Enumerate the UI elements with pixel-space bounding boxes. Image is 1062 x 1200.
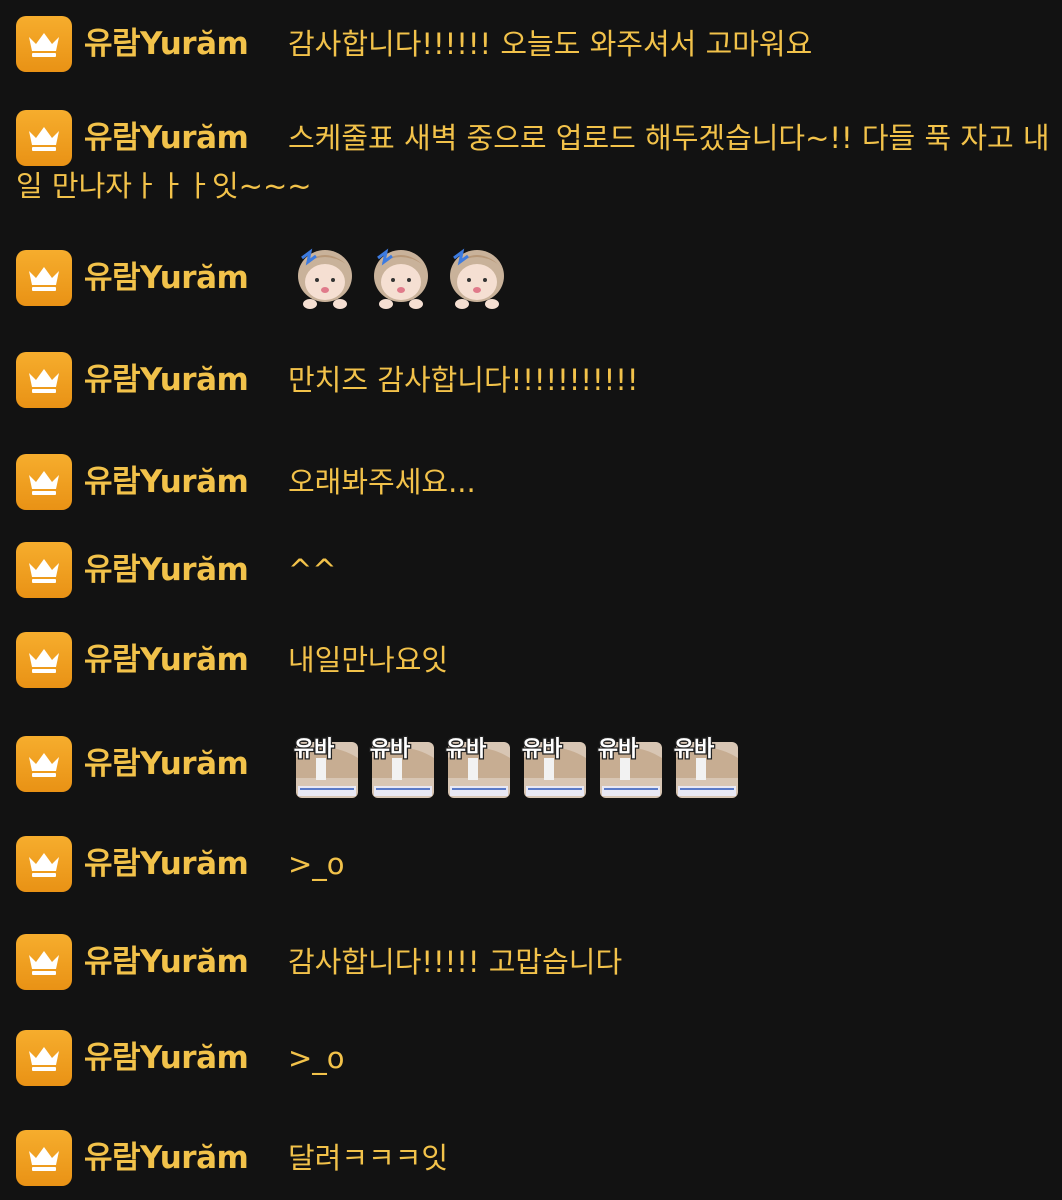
emote-group (288, 240, 514, 314)
message-text: 달려ㅋㅋㅋ잇 (288, 1141, 449, 1175)
chat-message: 유람Yurăm 유바 유바 유바 유바 유바 유바 (16, 736, 1052, 798)
yuba-emote-icon: 유바 (516, 728, 590, 802)
crown-badge-icon (16, 836, 72, 892)
yuba-emote-icon: 유바 (440, 728, 514, 802)
message-text: 스케줄표 새벽 중으로 업로드 해두겠습니다~!! 다들 푹 자고 내일 만나자… (16, 121, 1050, 203)
crown-badge-icon (16, 352, 72, 408)
crown-badge-icon (16, 1130, 72, 1186)
chat-message: 유람Yurăm 내일만나요잇 (16, 632, 1052, 688)
message-text: >_o (288, 1041, 345, 1075)
yuba-emote-label: 유바 (674, 737, 715, 762)
username[interactable]: 유람Yurăm (84, 18, 249, 63)
chat-message: 유람Yurăm (16, 248, 1052, 309)
message-text: 오래봐주세요... (288, 465, 476, 499)
chat-message: 유람Yurăm 만치즈 감사합니다!!!!!!!!!!! (16, 352, 1052, 408)
crown-badge-icon (16, 1030, 72, 1086)
chat-message: 유람Yurăm 감사합니다!!!!!! 오늘도 와주셔서 고마워요 (16, 16, 1052, 72)
yuba-emote-icon: 유바 (288, 728, 362, 802)
chibi-face-emote-icon (288, 240, 362, 314)
crown-badge-icon (16, 736, 72, 792)
chat-message: 유람Yurăm 달려ㅋㅋㅋ잇 (16, 1130, 1052, 1186)
emote-group: 유바 유바 유바 유바 유바 유바 (288, 728, 742, 802)
chat-message: 유람Yurăm ^^ (16, 542, 1052, 598)
username[interactable]: 유람Yurăm (84, 634, 249, 679)
message-text: 감사합니다!!!!! 고맙습니다 (288, 945, 623, 979)
username[interactable]: 유람Yurăm (84, 456, 249, 501)
crown-badge-icon (16, 454, 72, 510)
yuba-emote-label: 유바 (370, 737, 411, 762)
yuba-emote-label: 유바 (446, 737, 487, 762)
yuba-emote-icon: 유바 (364, 728, 438, 802)
username[interactable]: 유람Yurăm (84, 354, 249, 399)
chat-log: 유람Yurăm 감사합니다!!!!!! 오늘도 와주셔서 고마워요 유람Yură… (0, 0, 1062, 1200)
crown-badge-icon (16, 542, 72, 598)
message-text: 내일만나요잇 (288, 643, 449, 677)
username[interactable]: 유람Yurăm (84, 1032, 249, 1077)
crown-badge-icon (16, 250, 72, 306)
message-text: 만치즈 감사합니다!!!!!!!!!!! (288, 363, 639, 397)
username[interactable]: 유람Yurăm (84, 1132, 249, 1177)
chat-message: 유람Yurăm 오래봐주세요... (16, 454, 1052, 510)
chat-message: 유람Yurăm 감사합니다!!!!! 고맙습니다 (16, 934, 1052, 990)
yuba-emote-icon: 유바 (668, 728, 742, 802)
crown-badge-icon (16, 632, 72, 688)
chat-message: 유람Yurăm >_o (16, 1030, 1052, 1086)
username[interactable]: 유람Yurăm (84, 838, 249, 883)
chat-message: 유람Yurăm >_o (16, 836, 1052, 892)
crown-badge-icon (16, 934, 72, 990)
username[interactable]: 유람Yurăm (84, 738, 249, 783)
message-text: 감사합니다!!!!!! 오늘도 와주셔서 고마워요 (288, 27, 813, 61)
yuba-emote-label: 유바 (294, 737, 335, 762)
chat-message: 유람Yurăm 스케줄표 새벽 중으로 업로드 해두겠습니다~!! 다들 푹 자… (16, 110, 1052, 210)
message-text: ^^ (288, 553, 337, 587)
crown-badge-icon (16, 16, 72, 72)
yuba-emote-label: 유바 (522, 737, 563, 762)
yuba-emote-label: 유바 (598, 737, 639, 762)
username[interactable]: 유람Yurăm (84, 936, 249, 981)
chibi-face-emote-icon (364, 240, 438, 314)
username[interactable]: 유람Yurăm (84, 544, 249, 589)
yuba-emote-icon: 유바 (592, 728, 666, 802)
username[interactable]: 유람Yurăm (84, 252, 249, 297)
message-text: >_o (288, 847, 345, 881)
chibi-face-emote-icon (440, 240, 514, 314)
